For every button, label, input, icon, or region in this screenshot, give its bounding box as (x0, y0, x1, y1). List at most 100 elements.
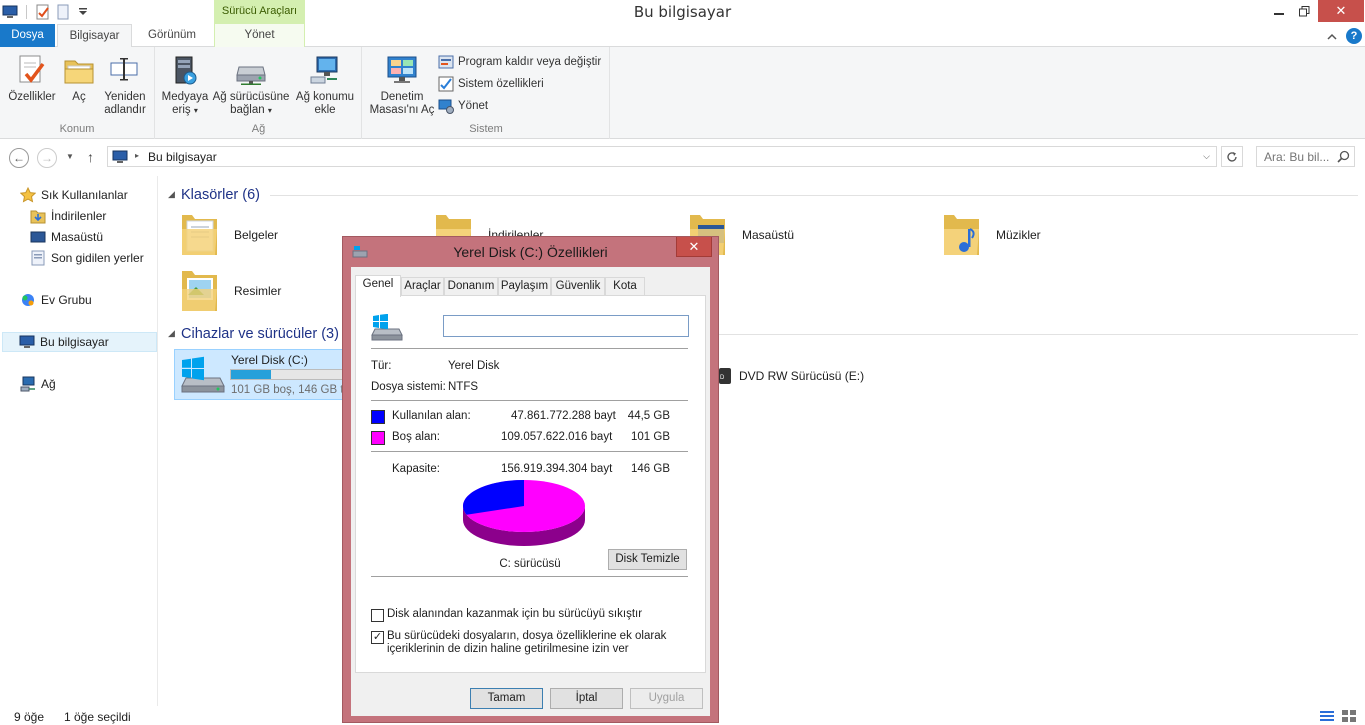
folder-label: Resimler (234, 284, 282, 298)
help-icon[interactable]: ? (1346, 28, 1362, 44)
documents-folder-icon (182, 215, 217, 255)
tab-view[interactable]: Görünüm (135, 24, 209, 47)
dialog-close-icon[interactable]: ✕ (676, 237, 712, 257)
sidebar-item-network[interactable]: Ağ (20, 374, 56, 394)
general-tab-page: Tür: Yerel Disk Dosya sistemi: NTFS Kull… (355, 295, 706, 673)
window-title: Bu bilgisayar (633, 3, 732, 21)
recent-locations-icon[interactable]: ▼ (66, 152, 74, 161)
up-arrow-icon[interactable]: ↑ (87, 149, 94, 165)
ribbon-group-label: Sistem (469, 123, 503, 135)
address-bar[interactable]: ▸ Bu bilgisayar ⌵ (107, 146, 1217, 167)
tab-quota[interactable]: Kota (605, 277, 645, 296)
manage-button[interactable]: Yönet (438, 97, 488, 115)
maximize-icon[interactable] (1290, 0, 1318, 22)
properties-button[interactable]: Özellikler (6, 53, 58, 104)
search-icon[interactable] (1337, 150, 1350, 166)
sidebar-item-this-pc[interactable]: Bu bilgisayar (2, 332, 157, 352)
drive-name-input[interactable] (443, 315, 689, 337)
search-box[interactable] (1256, 146, 1355, 167)
dialog-title: Yerel Disk (C:) Özellikleri (453, 244, 608, 260)
drive-item-e[interactable]: D DVD RW Sürücüsü (E:) (719, 362, 864, 390)
tab-manage[interactable]: Yönet (214, 24, 305, 47)
system-properties-button[interactable]: Sistem özellikleri (438, 75, 544, 93)
close-icon[interactable]: ✕ (1318, 0, 1364, 22)
tab-tools[interactable]: Araçlar (401, 277, 444, 296)
details-view-icon[interactable] (1320, 710, 1334, 725)
tab-general[interactable]: Genel (355, 275, 401, 297)
access-media-button[interactable]: Medyaya eriş ▾ (160, 53, 210, 117)
media-server-icon (168, 53, 202, 87)
tab-file[interactable]: Dosya (0, 24, 55, 47)
minimize-icon[interactable] (1265, 0, 1293, 22)
capacity-bytes: 156.919.394.304 bayt (501, 463, 613, 475)
breadcrumb-chevron-icon[interactable]: ▸ (135, 151, 139, 160)
folders-section-title[interactable]: Klasörler (6) (181, 187, 260, 203)
folder-item[interactable]: Müzikler (940, 210, 1041, 260)
windows-drive-icon (371, 313, 405, 345)
sidebar-item-desktop[interactable]: Masaüstü (30, 227, 103, 247)
control-panel-icon (385, 53, 419, 87)
refresh-icon[interactable] (1221, 146, 1243, 167)
map-network-drive-button[interactable]: Ağ sürücüsüne bağlan ▾ (212, 53, 290, 117)
open-button[interactable]: Aç (62, 53, 96, 104)
sidebar-item-downloads[interactable]: İndirilenler (30, 206, 106, 226)
large-icons-view-icon[interactable] (1342, 710, 1356, 725)
apply-button[interactable]: Uygula (630, 688, 703, 709)
status-item-count: 9 öğe (14, 710, 45, 724)
sidebar-item-homegroup[interactable]: Ev Grubu (20, 290, 92, 310)
rename-icon (108, 53, 142, 87)
tab-hardware[interactable]: Donanım (444, 277, 498, 296)
ok-button[interactable]: Tamam (470, 688, 543, 709)
collapse-section-icon[interactable]: ◢ (168, 189, 175, 200)
title-bar: Sürücü Araçları Bu bilgisayar ✕ (0, 0, 1365, 24)
drive-letter-label: C: sürücüsü (499, 558, 561, 570)
tab-computer[interactable]: Bilgisayar (57, 24, 132, 48)
cancel-button[interactable]: İptal (550, 688, 623, 709)
open-folder-icon (62, 53, 96, 87)
windows-drive-icon (181, 356, 225, 393)
navigation-pane: Sık Kullanılanlar İndirilenler Masaüstü … (0, 176, 158, 706)
disk-usage-pie-chart (463, 480, 585, 546)
drive-usage-fill (231, 370, 271, 379)
search-input[interactable] (1264, 150, 1336, 164)
folder-label: Masaüstü (742, 228, 795, 242)
collapse-ribbon-icon[interactable] (1324, 28, 1340, 44)
sidebar-item-favorites[interactable]: Sık Kullanılanlar (20, 185, 128, 205)
system-properties-icon (438, 76, 454, 92)
tab-security[interactable]: Güvenlik (551, 277, 605, 296)
compress-checkbox[interactable] (371, 609, 384, 622)
sidebar-item-recent[interactable]: Son gidilen yerler (30, 248, 144, 268)
svg-text:D: D (720, 375, 725, 381)
add-network-location-button[interactable]: Ağ konumu ekle (294, 53, 356, 117)
open-control-panel-button[interactable]: Denetim Masası'nı Aç (369, 53, 435, 117)
used-space-swatch (371, 410, 385, 424)
ribbon-group-label: Ağ (251, 123, 266, 135)
homegroup-icon (20, 292, 36, 308)
collapse-section-icon[interactable]: ◢ (168, 328, 175, 339)
drive-item-c[interactable]: Yerel Disk (C:) 101 GB boş, 146 GB topla… (174, 349, 365, 400)
drive-properties-dialog: Yerel Disk (C:) Özellikleri ✕ Genel Araç… (342, 236, 719, 723)
folder-label: Müzikler (996, 228, 1041, 242)
filesystem-value: NTFS (448, 381, 479, 393)
folder-item[interactable]: Belgeler (178, 210, 278, 260)
breadcrumb[interactable]: Bu bilgisayar (148, 150, 217, 164)
dropdown-arrow-icon: ▾ (193, 106, 198, 115)
capacity-label: Kapasite: (392, 463, 440, 475)
devices-section-title[interactable]: Cihazlar ve sürücüler (3) (181, 326, 339, 342)
ribbon-group-label: Konum (59, 123, 95, 135)
network-location-icon (308, 53, 342, 87)
forward-arrow-icon[interactable]: → (37, 148, 57, 168)
tab-sharing[interactable]: Paylaşım (498, 277, 551, 296)
drive-name: DVD RW Sürücüsü (E:) (739, 369, 865, 383)
chevron-down-icon[interactable]: ⌵ (1203, 151, 1210, 162)
uninstall-program-button[interactable]: Program kaldır veya değiştir (438, 53, 601, 71)
disk-cleanup-button[interactable]: Disk Temizle (608, 549, 687, 570)
folder-item[interactable]: Resimler (178, 266, 281, 316)
rename-button[interactable]: Yeniden adlandır (99, 53, 151, 117)
dialog-body: Genel Araçlar Donanım Paylaşım Güvenlik … (351, 267, 710, 716)
used-space-gb: 44,5 GB (627, 410, 670, 422)
programs-icon (438, 54, 454, 70)
free-space-swatch (371, 431, 385, 445)
index-checkbox[interactable]: ✓ (371, 631, 384, 644)
back-arrow-icon[interactable]: ← (9, 148, 29, 168)
